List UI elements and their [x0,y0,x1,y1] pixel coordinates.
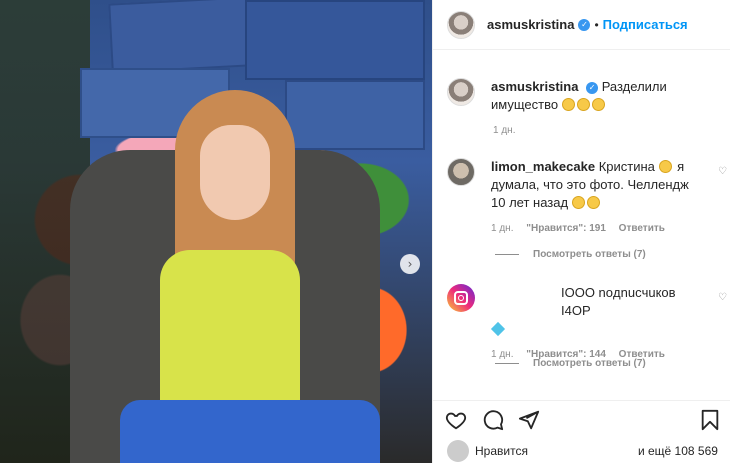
share-icon[interactable] [518,409,540,431]
comment-text: IOOO noдnucчuков I4OP [561,285,676,318]
photo-face [200,125,270,220]
action-bar [433,400,730,434]
comment-body: limon_makecake Кристина я думала, что эт… [491,158,701,238]
laughing-emoji-icon [571,196,585,209]
post-photo[interactable]: › [0,0,432,463]
gift-box [285,80,425,150]
comment-username[interactable]: limon_makecake [491,159,595,174]
view-replies-label: Посмотреть ответы (7) [533,358,646,369]
photo-bike [120,400,380,463]
divider [495,254,519,255]
laughing-emoji-icon [591,98,605,111]
comment-item: limon_makecake Кристина я думала, что эт… [447,158,727,238]
heart-icon[interactable]: ♡ [718,166,727,177]
heart-icon[interactable]: ♡ [718,292,727,303]
laughing-emoji-icon [658,160,672,173]
comment-timestamp: 1 дн. [491,223,514,234]
divider [495,363,519,364]
gift-box [108,0,252,74]
separator-dot: • [594,17,599,32]
laughing-emoji-icon [576,98,590,111]
comment-icon[interactable] [482,409,504,431]
likes-summary[interactable]: Нравится и ещё 108 569 [447,440,718,462]
comment-likes[interactable]: "Нравится": 191 [526,223,606,234]
verified-badge-icon: ✓ [586,81,599,94]
chevron-right-icon[interactable]: › [400,254,420,274]
likes-count[interactable]: и ещё 108 569 [638,444,718,458]
view-replies-label: Посмотреть ответы (7) [533,249,646,260]
bookmark-icon[interactable] [699,409,721,431]
view-replies-button[interactable]: Посмотреть ответы (7) [495,249,646,260]
caption-username[interactable]: asmuskristina [491,79,578,94]
follow-button[interactable]: Подписаться [603,17,688,32]
avatar [447,440,469,462]
verified-badge-icon: ✓ [578,18,591,31]
likes-prefix: Нравится [475,444,528,458]
diamond-emoji-icon [490,321,506,337]
gift-box [245,0,425,80]
comment-item: IOOO noдnucчuков I4OP 1 дн. "Нравится": … [447,284,727,364]
instagram-logo-icon[interactable] [447,284,475,312]
post-header: asmuskristina ✓ • Подписаться [433,0,730,50]
caption-text-block: asmuskristina ✓ Разделили имущество [491,78,717,114]
caption-timestamp: 1 дн. [493,125,516,136]
laughing-emoji-icon [561,98,575,111]
heart-icon[interactable] [445,409,467,431]
post-caption: asmuskristina ✓ Разделили имущество [447,78,717,114]
laughing-emoji-icon [586,196,600,209]
avatar[interactable] [447,10,475,39]
comment-body: IOOO noдnucчuков I4OP 1 дн. "Нравится": … [490,284,701,364]
author-username[interactable]: asmuskristina [487,17,574,32]
comment-meta: 1 дн. "Нравится": 191 Ответить [491,220,701,238]
reply-button[interactable]: Ответить [619,223,665,234]
post-side-panel: asmuskristina ✓ • Подписаться asmuskrist… [432,0,730,463]
avatar[interactable] [447,78,475,106]
view-replies-button[interactable]: Посмотреть ответы (7) [495,358,646,369]
comment-text: Кристина [598,159,655,174]
avatar[interactable] [447,158,475,186]
